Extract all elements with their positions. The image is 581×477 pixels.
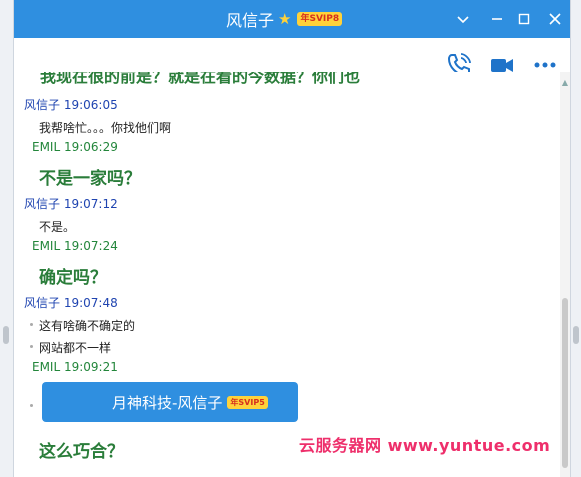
minimize-button[interactable]	[486, 8, 508, 30]
vip-badge: 年SVIP8	[297, 12, 343, 26]
contact-popup[interactable]: 月神科技-风信子 年SVIP5	[42, 382, 298, 422]
message-text: 确定吗？	[39, 268, 107, 288]
title-bar: 风信子 ★ 年SVIP8	[14, 0, 570, 38]
star-icon: ★	[278, 9, 292, 28]
partial-message: 我现在很的前是？就是在看的今数据？你们也	[40, 72, 361, 86]
watermark: 云服务器网 www.yuntue.com	[299, 436, 551, 455]
scroll-up-icon[interactable]: ▲	[560, 78, 570, 88]
title-group: 风信子 ★ 年SVIP8	[226, 8, 343, 30]
left-edge-handle	[3, 326, 9, 344]
message-text: 不是一家吗？	[39, 169, 141, 189]
message-text: 这有啥确不确定的	[39, 319, 136, 333]
message-header: EMIL 19:07:24	[32, 239, 118, 253]
message-text: 网站都不一样	[39, 341, 112, 355]
bullet-dot	[30, 323, 33, 326]
bullet-dot	[30, 345, 33, 348]
message-header: 风信子 19:07:12	[24, 197, 118, 211]
popup-label: 月神科技-风信子	[112, 393, 223, 412]
message-header: EMIL 19:06:29	[32, 140, 118, 154]
right-edge-handle	[573, 326, 579, 344]
scrollbar[interactable]: ▲	[560, 72, 570, 477]
close-button[interactable]	[544, 8, 566, 30]
message-text: 我帮啥忙。。。你找他们啊	[39, 121, 172, 135]
chat-window: 风信子 ★ 年SVIP8 我现在很的前是？就是在看的今数据？你们也 风信子 19…	[13, 0, 571, 477]
maximize-button[interactable]	[513, 8, 535, 30]
message-text: 不是。	[39, 220, 76, 234]
message-header: 风信子 19:06:05	[24, 98, 118, 112]
scroll-thumb[interactable]	[562, 298, 568, 468]
popup-vip-badge: 年SVIP5	[227, 395, 268, 409]
message-header: 风信子 19:07:48	[24, 296, 118, 310]
chevron-down-icon[interactable]	[452, 8, 474, 30]
message-text: 这么巧合？	[39, 442, 124, 462]
message-header: EMIL 19:09:21	[32, 360, 118, 374]
window-title: 风信子	[226, 11, 275, 30]
bullet-dot	[30, 404, 33, 407]
